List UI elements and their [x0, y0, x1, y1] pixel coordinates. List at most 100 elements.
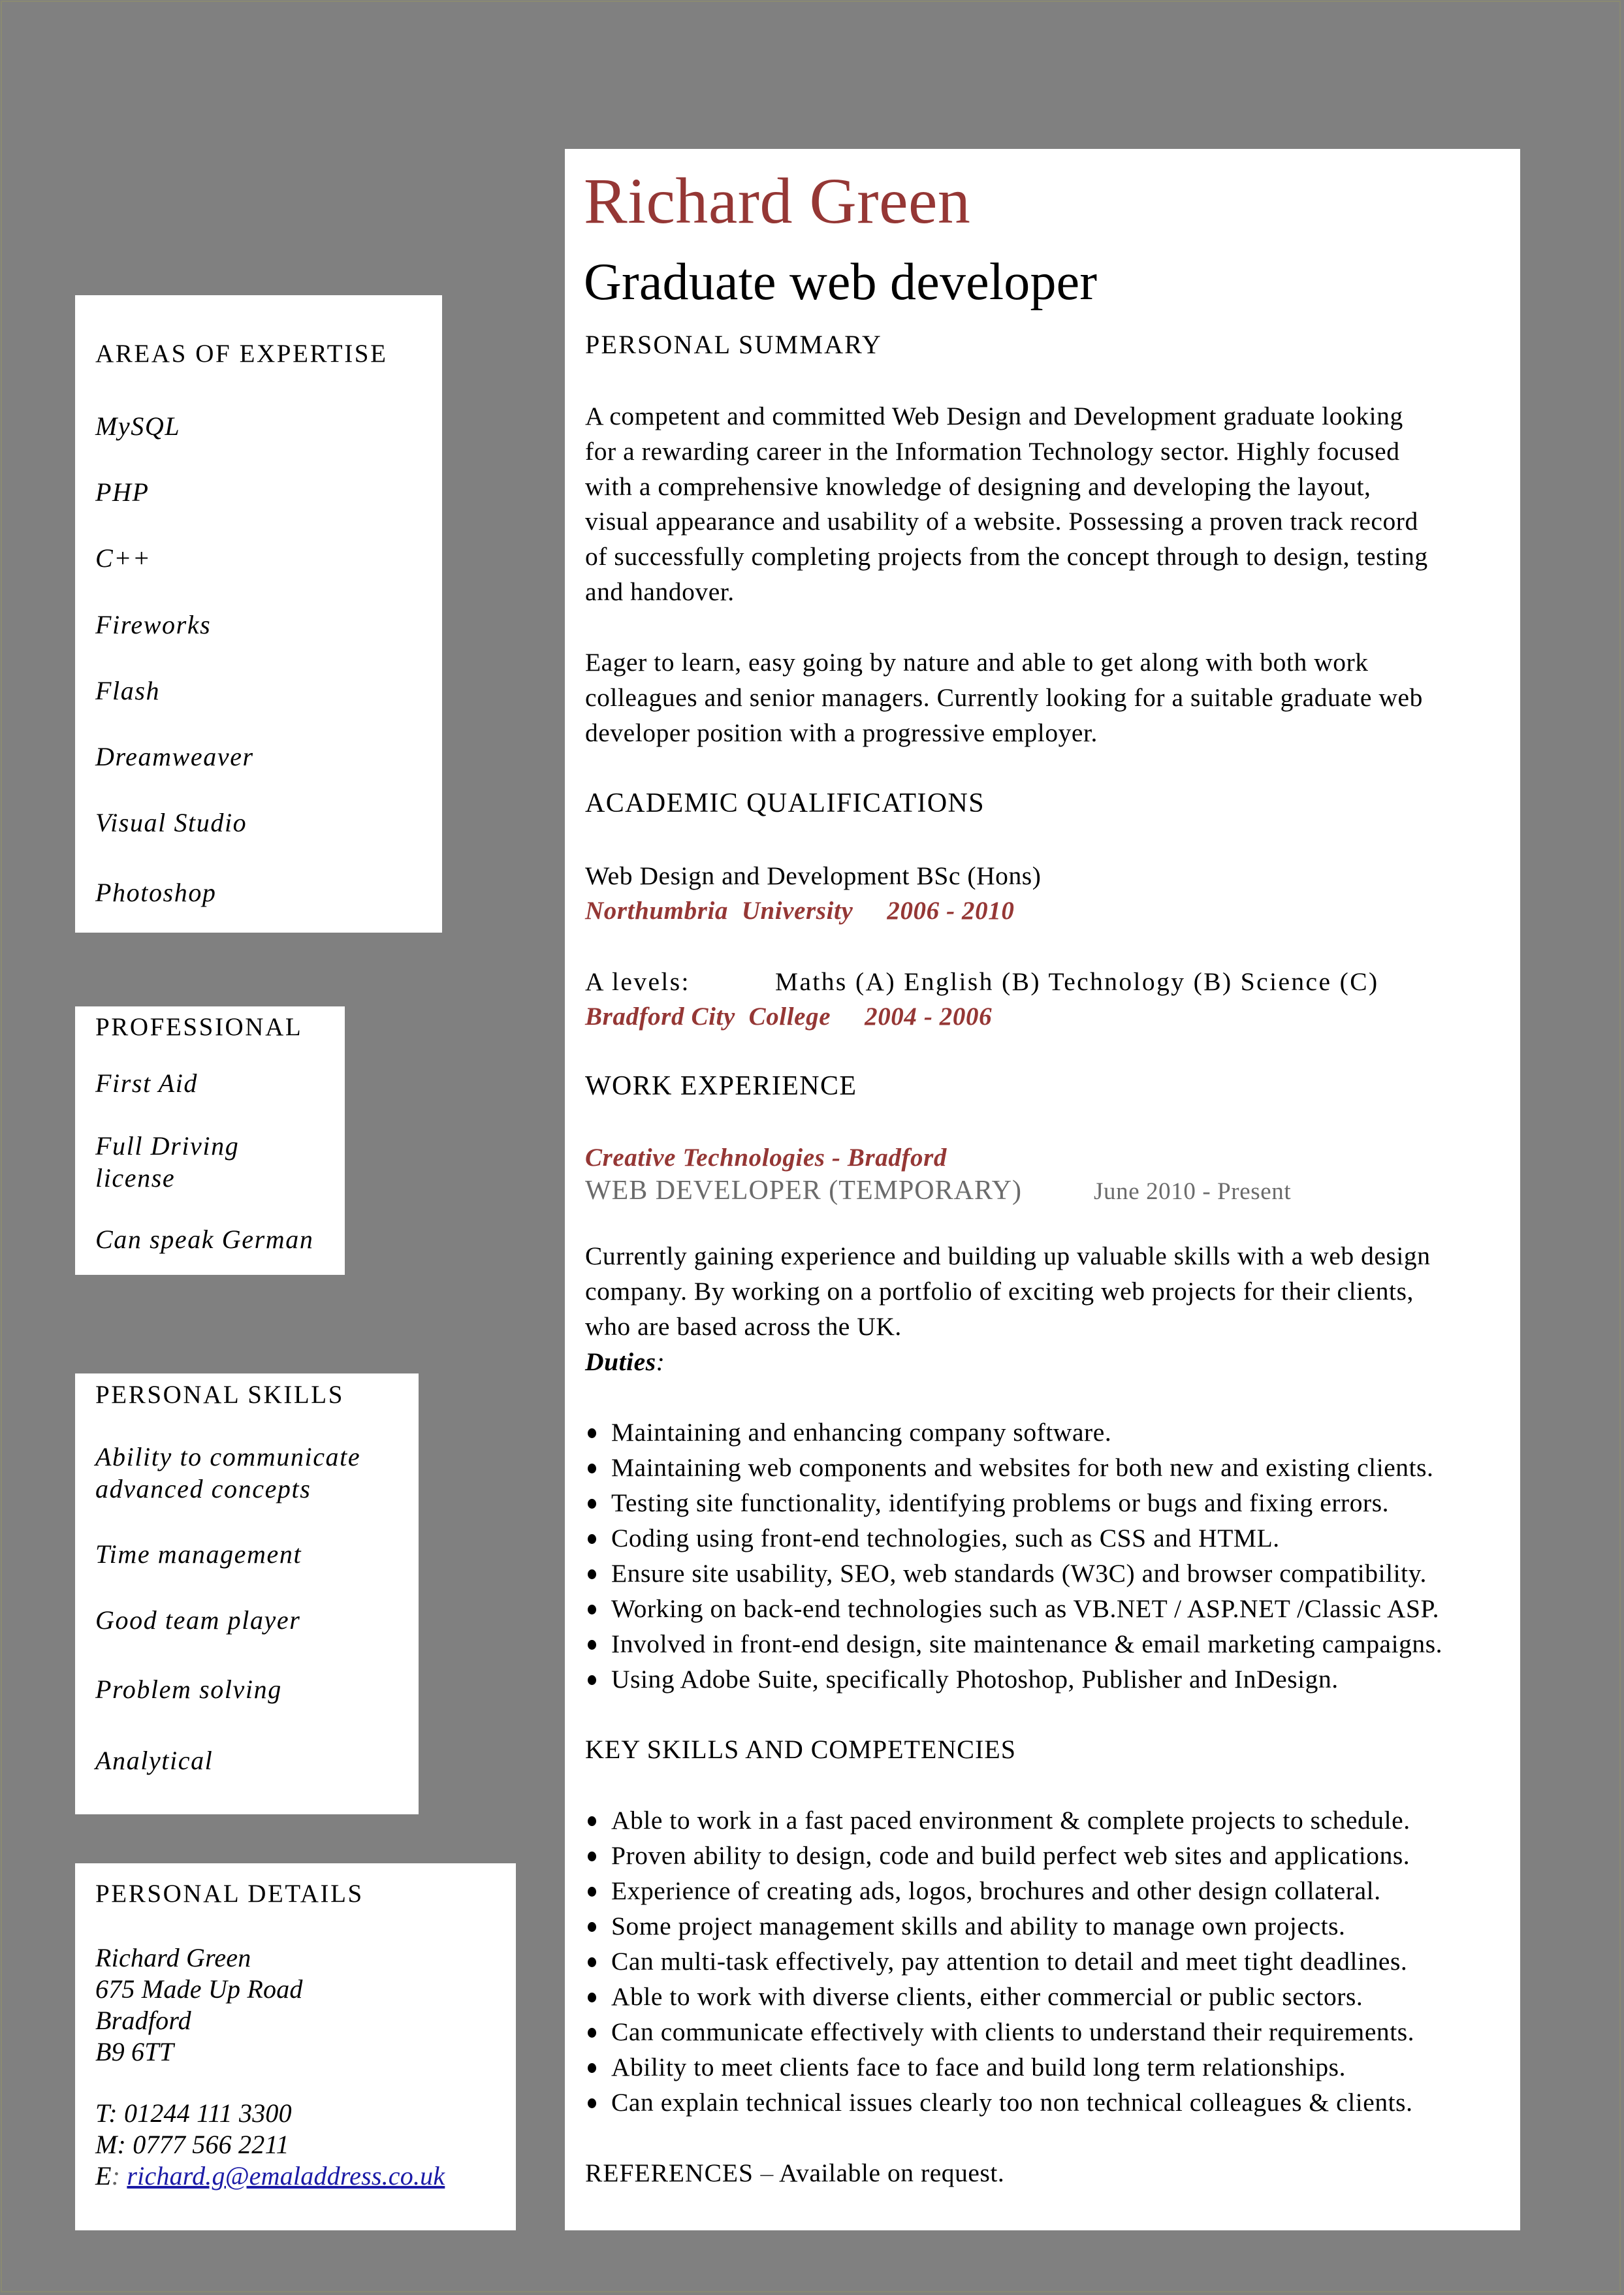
duty-item: Coding using front-end technologies, suc…: [585, 1520, 1280, 1556]
email-link[interactable]: richard.g@emaladdress.co.uk: [127, 2161, 445, 2191]
duty-text: Coding using front-end technologies, suc…: [611, 1524, 1280, 1552]
degree: Web Design and Development BSc (Hons): [585, 861, 1042, 890]
key-skill-text: Proven ability to design, code and build…: [611, 1841, 1410, 1870]
bullet-icon: [588, 1887, 596, 1897]
summary-line: visual appearance and usability of a web…: [585, 507, 1418, 536]
summary-line: Eager to learn, easy going by nature and…: [585, 648, 1369, 677]
bullet-icon: [588, 1428, 596, 1438]
key-skill-item: Can multi-task effectively, pay attentio…: [585, 1944, 1407, 1979]
university-row: Northumbria University 2006 - 2010: [585, 893, 1014, 929]
personal-skills-heading: PERSONAL SKILLS: [95, 1381, 345, 1409]
expertise-item: Photoshop: [95, 878, 217, 907]
professional-item: First Aid: [95, 1068, 199, 1098]
bullet-icon: [588, 1922, 596, 1932]
phone-number: T: 01244 111 3300: [95, 2098, 292, 2128]
key-skill-item: Some project management skills and abili…: [585, 1908, 1345, 1944]
key-skill-text: Able to work with diverse clients, eithe…: [611, 1982, 1363, 2011]
bullet-icon: [588, 1852, 596, 1861]
summary-line: developer position with a progressive em…: [585, 718, 1098, 747]
duties-label-row: Duties:: [585, 1344, 665, 1379]
key-skill-item: Able to work with diverse clients, eithe…: [585, 1979, 1363, 2014]
key-skill-text: Can explain technical issues clearly too…: [611, 2088, 1413, 2117]
alevels-label: A levels:: [585, 967, 690, 996]
candidate-title: Graduate web developer: [584, 253, 1098, 311]
personal-skill-item: Analytical: [95, 1746, 214, 1775]
address-line: Bradford: [95, 2006, 191, 2035]
expertise-panel: AREAS OF EXPERTISE MySQL PHP C++ Firewor…: [75, 295, 442, 933]
duty-item: Working on back-end technologies such as…: [585, 1591, 1439, 1626]
work-description-line: who are based across the UK.: [585, 1312, 902, 1341]
company-name: Creative Technologies - Bradford: [585, 1144, 947, 1172]
duty-item: Using Adobe Suite, specifically Photosho…: [585, 1661, 1339, 1697]
professional-item: Can speak German: [95, 1225, 314, 1254]
college-years: 2004 - 2006: [865, 1003, 993, 1031]
duty-item: Maintaining web components and websites …: [585, 1450, 1433, 1485]
key-skill-text: Some project management skills and abili…: [611, 1912, 1346, 1940]
expertise-item: Dreamweaver: [95, 742, 254, 771]
expertise-item: Fireworks: [95, 610, 212, 639]
expertise-heading: AREAS OF EXPERTISE: [95, 340, 388, 368]
key-skill-item: Experience of creating ads, logos, broch…: [585, 1873, 1381, 1908]
mobile-number: M: 0777 566 2211: [95, 2130, 289, 2159]
personal-skill-item: advanced concepts: [95, 1474, 311, 1503]
job-dates: June 2010 - Present: [1094, 1178, 1292, 1205]
key-skills-heading: KEY SKILLS AND COMPETENCIES: [585, 1735, 1016, 1764]
bullet-icon: [588, 2063, 596, 2073]
personal-skills-panel: PERSONAL SKILLS Ability to communicate a…: [75, 1373, 419, 1814]
key-skill-text: Able to work in a fast paced environment…: [611, 1806, 1410, 1835]
expertise-item: C++: [95, 543, 151, 573]
key-skill-item: Can communicate effectively with clients…: [585, 2014, 1414, 2049]
bullet-icon: [588, 1993, 596, 2002]
bullet-icon: [588, 1640, 596, 1650]
expertise-item: Flash: [95, 676, 161, 705]
key-skill-item: Can explain technical issues clearly too…: [585, 2085, 1413, 2120]
references-row: REFERENCES – Available on request.: [585, 2155, 1004, 2191]
references-text: Available on request.: [779, 2159, 1005, 2187]
duty-text: Involved in front-end design, site maint…: [611, 1629, 1443, 1658]
key-skill-text: Ability to meet clients face to face and…: [611, 2053, 1346, 2081]
alevels-subjects: Maths (A) English (B) Technology (B) Sci…: [774, 967, 1379, 996]
bullet-icon: [588, 1957, 596, 1967]
work-description-line: Currently gaining experience and buildin…: [585, 1242, 1431, 1270]
duty-text: Testing site functionality, identifying …: [611, 1488, 1390, 1517]
professional-item: Full Driving: [95, 1131, 240, 1161]
references-label: REFERENCES: [585, 2159, 754, 2187]
summary-line: with a comprehensive knowledge of design…: [585, 472, 1371, 501]
summary-line: A competent and committed Web Design and…: [585, 402, 1403, 430]
address-line: B9 6TT: [95, 2037, 174, 2066]
contact-name: Richard Green: [95, 1943, 251, 1972]
summary-heading: PERSONAL SUMMARY: [585, 330, 882, 359]
duty-text: Ensure site usability, SEO, web standard…: [611, 1559, 1427, 1588]
duty-text: Maintaining web components and websites …: [611, 1453, 1434, 1482]
university-name: Northumbria University: [585, 897, 853, 925]
duties-label: Duties: [585, 1347, 656, 1376]
main-panel: Richard Green Graduate web developer PER…: [565, 149, 1520, 2230]
expertise-item: Visual Studio: [95, 808, 247, 837]
candidate-name: Richard Green: [584, 165, 971, 237]
references-dash: –: [754, 2159, 779, 2187]
key-skill-item: Able to work in a fast paced environment…: [585, 1803, 1410, 1838]
job-title: WEB DEVELOPER (TEMPORARY): [585, 1176, 1022, 1206]
college-row: Bradford City College 2004 - 2006: [585, 999, 992, 1035]
bullet-icon: [588, 2028, 596, 2038]
key-skill-text: Experience of creating ads, logos, broch…: [611, 1876, 1381, 1905]
personal-details-panel: PERSONAL DETAILS Richard Green 675 Made …: [75, 1863, 516, 2230]
academic-heading: ACADEMIC QUALIFICATIONS: [585, 788, 985, 818]
personal-details-heading: PERSONAL DETAILS: [95, 1880, 364, 1908]
work-description-line: company. By working on a portfolio of ex…: [585, 1277, 1414, 1306]
summary-line: and handover.: [585, 577, 735, 606]
professional-item: license: [95, 1163, 176, 1193]
duty-item: Testing site functionality, identifying …: [585, 1485, 1389, 1520]
duty-text: Maintaining and enhancing company softwa…: [611, 1418, 1112, 1447]
duty-item: Involved in front-end design, site maint…: [585, 1626, 1442, 1661]
summary-line: of successfully completing projects from…: [585, 542, 1428, 571]
job-title-row: WEB DEVELOPER (TEMPORARY) June 2010 - Pre…: [585, 1173, 1291, 1208]
key-skill-item: Proven ability to design, code and build…: [585, 1838, 1410, 1873]
bullet-icon: [588, 1569, 596, 1579]
key-skill-text: Can communicate effectively with clients…: [611, 2017, 1415, 2046]
personal-skill-item: Problem solving: [95, 1675, 282, 1704]
bullet-icon: [588, 1499, 596, 1509]
duty-text: Using Adobe Suite, specifically Photosho…: [611, 1665, 1339, 1693]
alevels-row: A levels: Maths (A) English (B) Technolog…: [585, 964, 1379, 999]
key-skill-item: Ability to meet clients face to face and…: [585, 2049, 1346, 2085]
